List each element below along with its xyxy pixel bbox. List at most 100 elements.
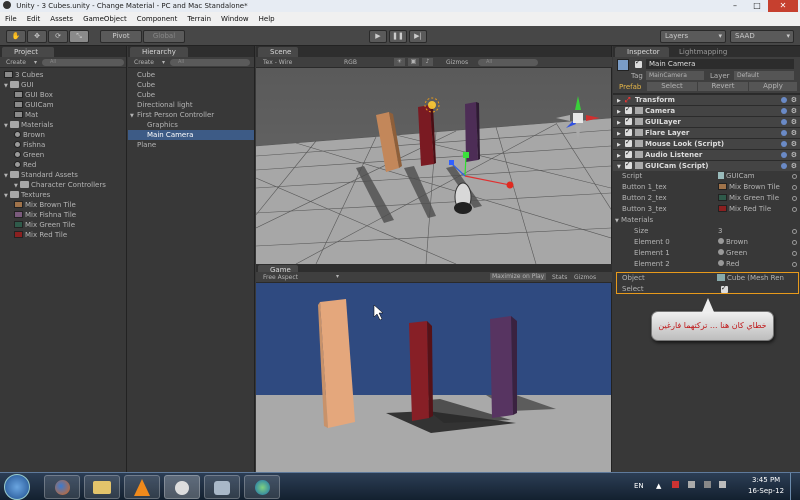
- menu-edit[interactable]: Edit: [22, 15, 46, 23]
- menu-help[interactable]: Help: [254, 15, 280, 23]
- help-icon[interactable]: [781, 130, 787, 136]
- step-button[interactable]: ▶|: [409, 30, 427, 43]
- menu-file[interactable]: File: [0, 15, 22, 23]
- globe-icon[interactable]: [244, 475, 280, 499]
- stats-toggle[interactable]: Stats: [552, 274, 567, 281]
- lighting-toggle-icon[interactable]: ☀: [394, 58, 405, 66]
- component-header[interactable]: ▶Audio Listener⚙: [613, 148, 800, 160]
- component-header[interactable]: ▶Camera⚙: [613, 104, 800, 116]
- project-item[interactable]: Mix Red Tile: [0, 230, 126, 240]
- tab-scene[interactable]: Scene: [258, 47, 298, 57]
- scale-tool-icon[interactable]: ⤡: [69, 30, 89, 43]
- scene-view[interactable]: [256, 68, 611, 264]
- project-item[interactable]: 3 Cubes: [0, 70, 126, 80]
- component-enabled-checkbox[interactable]: [625, 159, 632, 170]
- tray-volume-icon[interactable]: [719, 481, 726, 488]
- tray-flag-icon[interactable]: [688, 481, 695, 488]
- move-tool-icon[interactable]: ✥: [27, 30, 47, 43]
- clock-date[interactable]: 16-Sep-12: [748, 487, 784, 495]
- project-item[interactable]: Mix Fishna Tile: [0, 210, 126, 220]
- layers-dropdown[interactable]: Layers ▾: [660, 30, 726, 43]
- hierarchy-item[interactable]: Plane: [128, 140, 254, 150]
- tab-hierarchy[interactable]: Hierarchy: [130, 47, 188, 57]
- scene-shading-dropdown[interactable]: Tex - Wire: [263, 59, 292, 66]
- object-picker-icon[interactable]: [792, 196, 797, 201]
- help-icon[interactable]: [781, 108, 787, 114]
- object-name-field[interactable]: Main Camera: [646, 59, 794, 69]
- component-enabled-checkbox[interactable]: [625, 115, 632, 126]
- help-icon[interactable]: [781, 119, 787, 125]
- help-icon[interactable]: [781, 163, 787, 169]
- field-value[interactable]: Mix Red Tile: [718, 204, 771, 215]
- pivot-toggle[interactable]: Pivot: [100, 30, 142, 43]
- project-item[interactable]: ▼ Textures: [0, 190, 126, 200]
- hierarchy-item[interactable]: Cube: [128, 70, 254, 80]
- project-create-button[interactable]: Create: [6, 59, 26, 66]
- remote-icon[interactable]: [204, 475, 240, 499]
- field-value[interactable]: 3: [718, 226, 722, 237]
- hierarchy-search-input[interactable]: All: [170, 59, 250, 66]
- project-item[interactable]: Brown: [0, 130, 126, 140]
- project-item[interactable]: Mix Green Tile: [0, 220, 126, 230]
- global-toggle[interactable]: Global: [143, 30, 185, 43]
- prefab-apply-button[interactable]: Apply: [749, 82, 797, 91]
- object-picker-icon[interactable]: [792, 207, 797, 212]
- field-value[interactable]: Red: [718, 259, 739, 270]
- component-header[interactable]: ▶Mouse Look (Script)⚙: [613, 137, 800, 149]
- project-item[interactable]: Green: [0, 150, 126, 160]
- component-enabled-checkbox[interactable]: [625, 126, 632, 137]
- prefab-select-button[interactable]: Select: [647, 82, 697, 91]
- object-picker-icon[interactable]: [792, 240, 797, 245]
- field-value[interactable]: Mix Green Tile: [718, 193, 779, 204]
- project-item[interactable]: Mat: [0, 110, 126, 120]
- component-enabled-checkbox[interactable]: [625, 148, 632, 159]
- unity-taskbar-icon[interactable]: [164, 475, 200, 499]
- menu-gameobject[interactable]: GameObject: [78, 15, 132, 23]
- layout-dropdown[interactable]: SAAD ▾: [730, 30, 794, 43]
- tab-inspector[interactable]: Inspector: [615, 47, 669, 57]
- select-checkbox[interactable]: [721, 283, 728, 294]
- component-enabled-checkbox[interactable]: [625, 137, 632, 148]
- field-value[interactable]: Brown: [718, 237, 748, 248]
- maximize-on-play-toggle[interactable]: Maximize on Play: [490, 273, 547, 280]
- field-value[interactable]: Mix Brown Tile: [718, 182, 780, 193]
- hand-tool-icon[interactable]: ✋: [6, 30, 26, 43]
- game-view[interactable]: [256, 283, 611, 474]
- close-button[interactable]: ✕: [768, 0, 798, 12]
- object-picker-icon[interactable]: [792, 229, 797, 234]
- help-icon[interactable]: [781, 97, 787, 103]
- explorer-icon[interactable]: [84, 475, 120, 499]
- menu-window[interactable]: Window: [216, 15, 254, 23]
- clock-time[interactable]: 3:45 PM: [752, 476, 780, 484]
- help-icon[interactable]: [781, 141, 787, 147]
- hierarchy-item[interactable]: Cube: [128, 80, 254, 90]
- firefox-icon[interactable]: [44, 475, 80, 499]
- minimize-button[interactable]: –: [724, 0, 746, 12]
- game-aspect-dropdown[interactable]: Free Aspect: [263, 274, 298, 281]
- audio-toggle-icon[interactable]: ♪: [422, 58, 433, 66]
- project-item[interactable]: ▼ Standard Assets: [0, 170, 126, 180]
- scene-gizmos-dropdown[interactable]: Gizmos: [446, 59, 468, 66]
- menu-assets[interactable]: Assets: [45, 15, 78, 23]
- active-checkbox[interactable]: [635, 58, 642, 68]
- start-button[interactable]: [4, 474, 30, 500]
- project-item[interactable]: Red: [0, 160, 126, 170]
- maximize-button[interactable]: □: [746, 0, 768, 12]
- menu-terrain[interactable]: Terrain: [182, 15, 216, 23]
- object-picker-icon[interactable]: [792, 174, 797, 179]
- vlc-icon[interactable]: [124, 475, 160, 499]
- object-picker-icon[interactable]: [792, 185, 797, 190]
- prefab-revert-button[interactable]: Revert: [698, 82, 748, 91]
- object-picker-icon[interactable]: [792, 251, 797, 256]
- hierarchy-item[interactable]: Directional light: [128, 100, 254, 110]
- project-item[interactable]: GUICam: [0, 100, 126, 110]
- show-desktop-button[interactable]: [790, 473, 800, 500]
- field-value[interactable]: Green: [718, 248, 747, 259]
- project-search-input[interactable]: All: [42, 59, 124, 66]
- project-item[interactable]: ▼ Materials: [0, 120, 126, 130]
- tab-lightmapping[interactable]: Lightmapping: [679, 47, 727, 57]
- hierarchy-item[interactable]: Main Camera: [128, 130, 254, 140]
- tab-project[interactable]: Project: [2, 47, 54, 57]
- hierarchy-item[interactable]: ▼ First Person Controller: [128, 110, 254, 120]
- scene-search-input[interactable]: All: [478, 59, 538, 66]
